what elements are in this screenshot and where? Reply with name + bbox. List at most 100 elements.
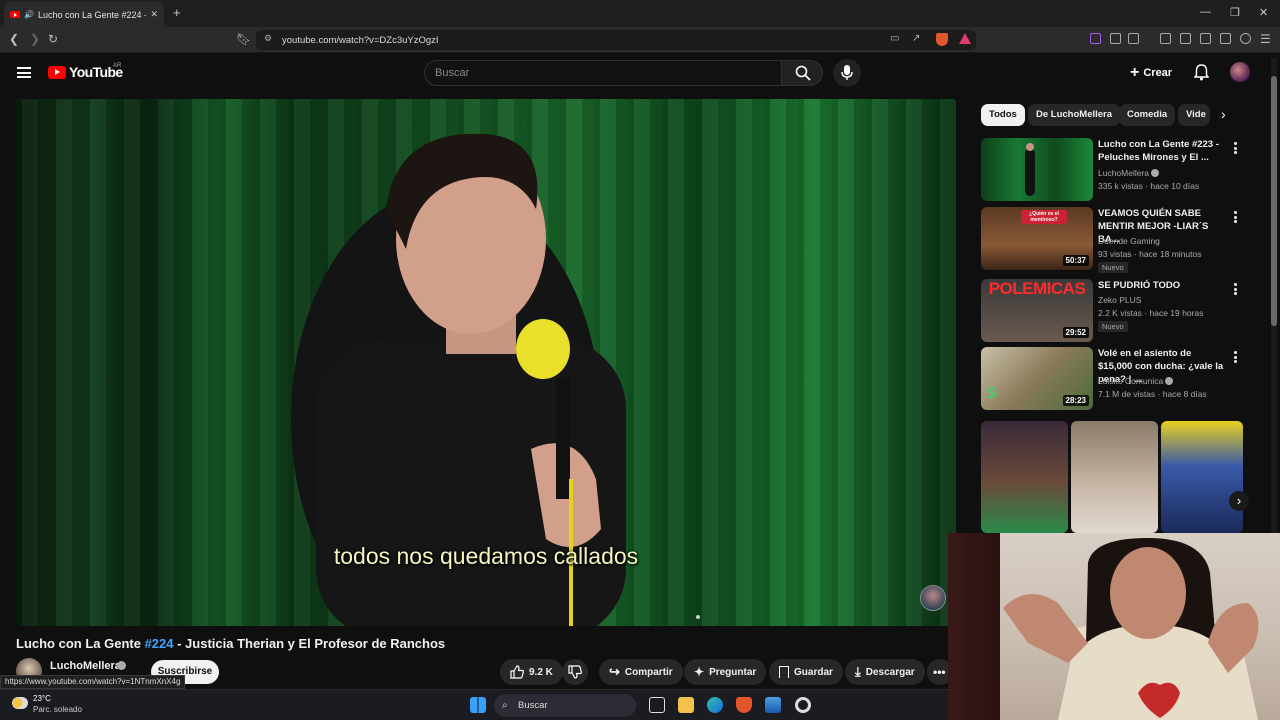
window-close-icon[interactable]: ✕ bbox=[1259, 6, 1268, 19]
chip-de-luchomellera[interactable]: De LuchoMellera bbox=[1028, 104, 1121, 126]
chip-todos[interactable]: Todos bbox=[981, 104, 1025, 126]
recommendation-item[interactable]: Lucho con La Gente #223 - Peluches Miron… bbox=[981, 138, 1245, 202]
title-prefix: Lucho con La Gente bbox=[16, 636, 145, 651]
video-thumbnail[interactable]: POLEMICAS 29:52 bbox=[981, 279, 1093, 342]
store-app-icon[interactable] bbox=[765, 697, 781, 713]
video-thumbnail[interactable]: ¿Quién es el mentiroso? 50:37 bbox=[981, 207, 1093, 270]
more-vert-icon[interactable] bbox=[1234, 142, 1237, 154]
short-thumbnail[interactable] bbox=[1071, 421, 1158, 533]
site-info-icon[interactable]: ⚙ bbox=[264, 33, 272, 44]
search-input[interactable]: Buscar bbox=[424, 60, 782, 86]
task-view-icon[interactable] bbox=[649, 697, 665, 713]
recommendation-title[interactable]: Lucho con La Gente #223 - Peluches Miron… bbox=[1098, 138, 1226, 164]
more-vert-icon[interactable] bbox=[1234, 283, 1237, 295]
recommendation-channel[interactable]: Duende Gaming bbox=[1098, 236, 1160, 246]
voice-search-button[interactable] bbox=[833, 59, 861, 87]
like-button[interactable]: 9.2 K bbox=[500, 659, 563, 685]
create-label: Crear bbox=[1143, 67, 1173, 79]
windows-taskbar: 23°C Parc. soleado ⌕ Buscar bbox=[0, 689, 948, 720]
sidebar-icon[interactable] bbox=[1180, 33, 1191, 44]
video-title: Lucho con La Gente #224 - Justicia Theri… bbox=[16, 636, 445, 651]
bookmark-icon[interactable]: 🔖︎ bbox=[236, 32, 251, 46]
wallet-icon[interactable] bbox=[1128, 33, 1139, 44]
verified-icon bbox=[1151, 169, 1159, 177]
title-hashtag-link[interactable]: #224 bbox=[145, 636, 174, 651]
back-icon[interactable]: ❮ bbox=[9, 32, 19, 46]
more-vert-icon[interactable] bbox=[1234, 211, 1237, 223]
recommendation-title[interactable]: SE PUDRIÓ TODO bbox=[1098, 279, 1226, 292]
youtube-logo[interactable]: YouTube bbox=[48, 64, 123, 80]
windows-start-icon[interactable] bbox=[470, 697, 486, 713]
taskbar-search-label: Buscar bbox=[518, 700, 548, 711]
rewards-icon[interactable] bbox=[959, 33, 971, 44]
file-explorer-icon[interactable] bbox=[678, 697, 694, 713]
notifications-bell-icon[interactable] bbox=[1194, 64, 1209, 81]
extensions-icon[interactable] bbox=[1110, 33, 1121, 44]
more-vert-icon[interactable] bbox=[1234, 351, 1237, 363]
video-thumbnail[interactable] bbox=[981, 138, 1093, 201]
thumbs-up-icon bbox=[510, 665, 524, 679]
short-thumbnail[interactable] bbox=[1161, 421, 1243, 533]
brave-shield-icon[interactable] bbox=[936, 33, 948, 46]
recommendation-meta: 7.1 M de vistas · hace 8 días bbox=[1098, 389, 1207, 399]
chrome-icon[interactable] bbox=[795, 697, 811, 713]
vpn-icon[interactable] bbox=[1240, 33, 1251, 44]
channel-watermark[interactable] bbox=[920, 585, 946, 611]
search-button[interactable] bbox=[781, 60, 823, 86]
share-button[interactable]: ↪ Compartir bbox=[599, 659, 683, 685]
minimize-icon[interactable]: — bbox=[1200, 6, 1211, 18]
cast-icon[interactable]: ▭ bbox=[890, 33, 899, 44]
thumbs-down-icon bbox=[568, 665, 582, 679]
video-thumbnail[interactable]: $ 28:23 bbox=[981, 347, 1093, 410]
streamer-figure bbox=[1003, 538, 1259, 720]
edge-icon[interactable] bbox=[707, 697, 723, 713]
url-text: youtube.com/watch?v=DZc3uYzOgzI bbox=[282, 34, 439, 46]
forward-icon[interactable]: ❯ bbox=[30, 32, 40, 46]
recommendation-meta: 335 k vistas · hace 10 días bbox=[1098, 181, 1200, 191]
recommendation-item[interactable]: POLEMICAS 29:52 SE PUDRIÓ TODO Zeko PLUS… bbox=[981, 279, 1245, 343]
thumbnail-text: POLEMICAS bbox=[988, 279, 1086, 298]
reload-icon[interactable]: ↻ bbox=[48, 32, 58, 46]
leo-ai-icon[interactable] bbox=[1090, 33, 1101, 44]
media-icon[interactable] bbox=[1160, 33, 1171, 44]
recommendation-item[interactable]: $ 28:23 Volé en el asiento de $15,000 co… bbox=[981, 347, 1245, 411]
new-tab-button[interactable]: + bbox=[173, 5, 181, 20]
ask-button[interactable]: ✦ Preguntar bbox=[684, 659, 767, 685]
thumbnail-text: ¿Quién es el mentiroso? bbox=[1021, 210, 1067, 224]
webcam-overlay bbox=[948, 533, 1280, 720]
taskbar-search-icon: ⌕ bbox=[502, 700, 508, 711]
hamburger-menu-icon[interactable] bbox=[17, 67, 31, 78]
taskbar-search[interactable]: ⌕ Buscar bbox=[494, 694, 636, 717]
chips-next-chevron-icon[interactable]: › bbox=[1221, 106, 1226, 122]
address-bar[interactable]: ⚙ youtube.com/watch?v=DZc3uYzOgzI ▭ ↗ bbox=[256, 30, 976, 50]
ai-sparkle-icon[interactable] bbox=[1220, 33, 1231, 44]
recommendation-channel[interactable]: Luisito Comunica bbox=[1098, 376, 1163, 386]
browser-menu-icon[interactable]: ☰ bbox=[1260, 32, 1271, 46]
audio-icon[interactable]: 🔊 bbox=[24, 10, 34, 19]
browser-tab[interactable]: 🔊 Lucho con La Gente #224 - Ju ✕ bbox=[4, 2, 164, 27]
recommendation-channel[interactable]: Zeko PLUS bbox=[1098, 295, 1141, 305]
duration-badge: 29:52 bbox=[1062, 327, 1089, 338]
save-label: Guardar bbox=[794, 666, 833, 678]
short-thumbnail[interactable] bbox=[981, 421, 1068, 533]
download-button[interactable]: ⤓ Descargar bbox=[845, 659, 925, 685]
brave-icon[interactable] bbox=[736, 697, 752, 713]
shorts-next-button[interactable]: › bbox=[1229, 491, 1249, 511]
weather-icon[interactable] bbox=[12, 697, 28, 709]
save-button[interactable]: Guardar bbox=[769, 659, 843, 685]
wallet2-icon[interactable] bbox=[1200, 33, 1211, 44]
recommendation-channel[interactable]: LuchoMellera bbox=[1098, 168, 1149, 178]
chip-videos[interactable]: Vide bbox=[1178, 104, 1210, 126]
restore-icon[interactable]: ❐ bbox=[1230, 6, 1240, 19]
weather-temp: 23°C bbox=[33, 694, 51, 703]
user-avatar[interactable] bbox=[1230, 62, 1250, 82]
create-button[interactable]: + Crear bbox=[1122, 61, 1180, 85]
tab-close-icon[interactable]: ✕ bbox=[150, 9, 158, 20]
share-page-icon[interactable]: ↗ bbox=[912, 33, 920, 44]
dislike-button[interactable] bbox=[562, 659, 588, 685]
recommendation-item[interactable]: ¿Quién es el mentiroso? 50:37 VEAMOS QUI… bbox=[981, 207, 1245, 273]
verified-icon bbox=[1165, 377, 1173, 385]
channel-name[interactable]: LuchoMellera bbox=[50, 660, 121, 672]
chip-comedia[interactable]: Comedia bbox=[1119, 104, 1176, 126]
video-player[interactable]: todos nos quedamos callados bbox=[16, 99, 956, 626]
